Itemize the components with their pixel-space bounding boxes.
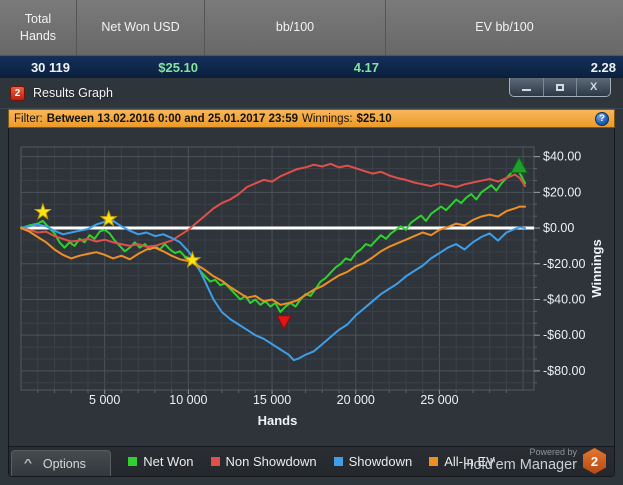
- y-tick-label: -$80.00: [543, 364, 585, 378]
- legend-item-showdown: Showdown: [333, 454, 413, 469]
- y-tick-label: -$20.00: [543, 257, 585, 271]
- options-button-label: Options: [42, 456, 86, 471]
- powered-by-block: Powered by Hold'em Manager 2: [463, 447, 606, 474]
- stats-value-cell: 30 119: [30, 59, 70, 75]
- caret-up-icon: ^: [23, 458, 33, 469]
- x-axis-title: Hands: [258, 413, 298, 428]
- results-graph-chart: 5 000 10 000 15 000 20 000 25 000 Hands $40.00…: [20, 146, 604, 428]
- legend-swatch-icon: [333, 457, 343, 466]
- close-icon: X: [590, 80, 598, 93]
- y-axis: $40.00 $20.00 $0.00 -$20.00 -$40.00 -$60.00 -$…: [534, 150, 585, 384]
- stats-header-cell: Net Won USD: [77, 0, 205, 55]
- plot-border: [20, 146, 535, 391]
- x-tick-label: 20 000: [337, 393, 375, 407]
- chart-legend: Net Won Non Showdown Showdown All-In EV: [128, 454, 495, 469]
- maximize-icon: [556, 83, 564, 91]
- y-tick-label: $0.00: [543, 221, 574, 235]
- x-axis: 5 000 10 000 15 000 20 000 25 000: [37, 390, 507, 407]
- x-tick-label: 15 000: [253, 393, 291, 407]
- minimize-button[interactable]: [510, 78, 543, 96]
- stats-value-row: 30 119 $25.10 4.17 2.28: [0, 55, 623, 78]
- window-controls: X: [509, 78, 611, 97]
- filter-range-text: Between 13.02.2016 0:00 and 25.01.2017 2…: [46, 112, 299, 125]
- y-tick-label: -$60.00: [543, 328, 585, 342]
- legend-label: Showdown: [348, 454, 413, 469]
- filter-label: Filter:: [14, 112, 43, 125]
- hm2-brand-badge-icon: 2: [583, 448, 606, 474]
- filter-bar: Filter: Between 13.02.2016 0:00 and 25.0…: [8, 109, 615, 128]
- legend-swatch-icon: [210, 457, 220, 466]
- y-tick-label: $40.00: [543, 150, 581, 164]
- stats-header-cell: bb/100: [205, 0, 386, 55]
- stats-value-cell: 2.28: [590, 59, 616, 75]
- legend-label: Non Showdown: [225, 454, 317, 469]
- star-marker-icon: [99, 209, 118, 227]
- minimize-icon: [521, 88, 531, 91]
- stats-value-cell: $25.10: [158, 59, 198, 75]
- legend-item-non-showdown: Non Showdown: [210, 454, 317, 469]
- results-graph-window: 2 Results Graph X Filter: Between 13.02.…: [0, 78, 623, 485]
- legend-swatch-icon: [429, 457, 439, 466]
- chart-footer: ^ Options Net Won Non Showdown Showdown All…: [9, 446, 614, 476]
- grid-lines: [21, 147, 534, 390]
- x-tick-label: 5 000: [89, 393, 120, 407]
- y-axis-title: Winnings: [589, 239, 604, 297]
- series-line-all-in-ev: [20, 205, 527, 306]
- help-icon[interactable]: ?: [595, 111, 609, 126]
- maximize-button[interactable]: [542, 78, 577, 96]
- winnings-value: $25.10: [356, 112, 392, 125]
- winnings-label: Winnings:: [302, 112, 353, 125]
- stats-header-row: Total Hands Net Won USD bb/100 EV bb/100: [0, 0, 623, 55]
- triangle-up-marker-icon: [510, 156, 528, 174]
- legend-swatch-icon: [128, 457, 138, 466]
- stats-value-cell: 4.17: [353, 59, 379, 75]
- y-tick-label: -$40.00: [543, 292, 585, 306]
- x-tick-label: 25 000: [420, 393, 458, 407]
- y-tick-label: $20.00: [543, 185, 581, 199]
- stats-header-cell: Total Hands: [0, 0, 77, 55]
- legend-item-net-won: Net Won: [128, 454, 194, 469]
- chart-panel: 5 000 10 000 15 000 20 000 25 000 Hands $40.00…: [8, 128, 615, 477]
- x-tick-label: 10 000: [169, 393, 207, 407]
- brand-name: Hold'em Manager: [463, 456, 577, 473]
- legend-label: Net Won: [143, 454, 194, 469]
- options-button[interactable]: ^ Options: [11, 450, 111, 476]
- stats-header-cell: EV bb/100: [475, 20, 534, 35]
- hm2-app-icon: 2: [10, 85, 25, 101]
- stats-strip: Total Hands Net Won USD bb/100 EV bb/100 30…: [0, 0, 623, 78]
- close-button[interactable]: X: [576, 78, 610, 96]
- window-title: Results Graph: [33, 86, 113, 100]
